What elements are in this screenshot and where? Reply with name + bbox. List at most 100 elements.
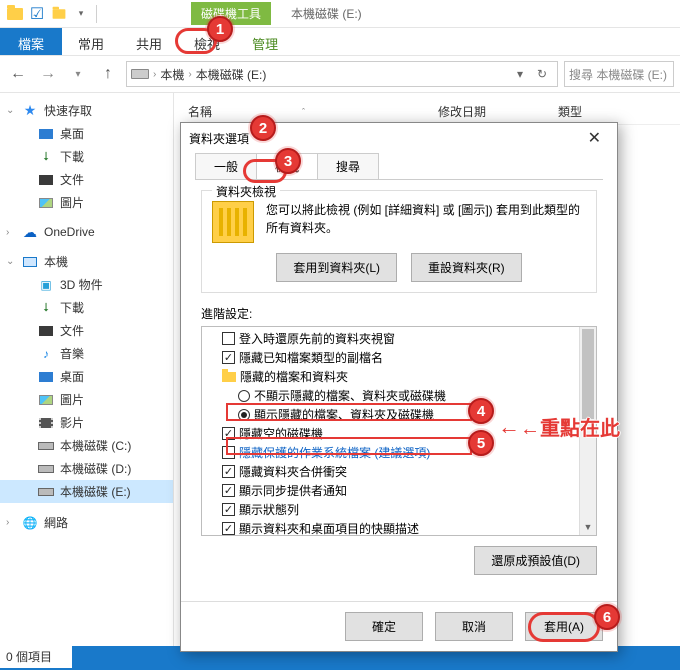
qat-new-icon[interactable] xyxy=(48,3,70,25)
apply-button[interactable]: 套用(A) xyxy=(525,612,603,641)
sidebar-item-label: 文件 xyxy=(60,171,84,188)
sidebar-drive-d[interactable]: 本機磁碟 (D:) xyxy=(0,457,173,480)
opt-show-popup-desc[interactable]: 顯示資料夾和桌面項目的快顯描述 xyxy=(204,519,594,536)
breadcrumb-thispc[interactable]: 本機 xyxy=(160,66,184,83)
sidebar-downloads-pc[interactable]: ⭣下載 xyxy=(0,296,173,319)
sidebar-item-label: 桌面 xyxy=(60,368,84,385)
sidebar-quick-access[interactable]: ⌄★快速存取 xyxy=(0,99,173,122)
address-row: ← → ▾ ↑ › 本機 › 本機磁碟 (E:) ▾ ↻ 搜尋 本機磁碟 (E:… xyxy=(0,56,680,92)
option-label: 隱藏資料夾合併衝突 xyxy=(239,463,347,480)
sidebar-pictures[interactable]: 圖片 xyxy=(0,191,173,214)
nav-back-button[interactable]: ← xyxy=(6,62,30,86)
nav-forward-button: → xyxy=(36,62,60,86)
tab-manage[interactable]: 管理 xyxy=(236,28,294,55)
opt-show-status-bar[interactable]: 顯示狀態列 xyxy=(204,500,594,519)
nav-up-button[interactable]: ↑ xyxy=(96,62,120,86)
folder-view-icon xyxy=(212,201,254,243)
sidebar-videos[interactable]: 影片 xyxy=(0,411,173,434)
advanced-settings-label: 進階設定: xyxy=(201,305,597,322)
sidebar-drive-e[interactable]: 本機磁碟 (E:) xyxy=(0,480,173,503)
dialog-titlebar: 資料夾選項 ✕ xyxy=(181,123,617,153)
ribbon-tabs: 檔案 常用 共用 檢視 管理 xyxy=(0,28,680,56)
opt-show-sync-notif[interactable]: 顯示同步提供者通知 xyxy=(204,481,594,500)
dialog-close-button[interactable]: ✕ xyxy=(580,126,609,150)
breadcrumb-drive-e[interactable]: 本機磁碟 (E:) xyxy=(196,66,267,83)
sidebar-documents[interactable]: 文件 xyxy=(0,168,173,191)
option-label: 不顯示隱藏的檔案、資料夾或磁碟機 xyxy=(254,387,446,404)
option-label: 隱藏的檔案和資料夾 xyxy=(240,368,348,385)
ok-button[interactable]: 確定 xyxy=(345,612,423,641)
restore-defaults-button[interactable]: 還原成預設值(D) xyxy=(474,546,597,575)
sidebar-drive-c[interactable]: 本機磁碟 (C:) xyxy=(0,434,173,457)
dialog-tab-search[interactable]: 搜尋 xyxy=(317,153,379,179)
annotation-badge-4: 4 xyxy=(468,398,494,424)
window-title: 本機磁碟 (E:) xyxy=(291,5,362,22)
sidebar-item-label: 圖片 xyxy=(60,194,84,211)
opt-restore-previous[interactable]: 登入時還原先前的資料夾視窗 xyxy=(204,329,594,348)
address-bar[interactable]: › 本機 › 本機磁碟 (E:) ▾ ↻ xyxy=(126,61,558,87)
breadcrumb-sep: › xyxy=(153,69,156,80)
sidebar-item-label: 網路 xyxy=(44,514,68,531)
option-label: 隱藏空的磁碟機 xyxy=(239,425,323,442)
sort-indicator-icon: ˆ xyxy=(302,107,305,117)
sidebar-desktop-pc[interactable]: 桌面 xyxy=(0,365,173,388)
sidebar-3d-objects[interactable]: ▣3D 物件 xyxy=(0,273,173,296)
sidebar-pictures-pc[interactable]: 圖片 xyxy=(0,388,173,411)
sidebar-item-label: 本機磁碟 (D:) xyxy=(60,460,131,477)
col-type[interactable]: 類型 xyxy=(558,103,622,120)
sidebar-item-label: OneDrive xyxy=(44,225,95,239)
folder-icon xyxy=(4,3,26,25)
sidebar-item-label: 快速存取 xyxy=(44,102,92,119)
folder-views-group: 資料夾檢視 您可以將此檢視 (例如 [詳細資料] 或 [圖示]) 套用到此類型的… xyxy=(201,190,597,293)
qat-dropdown-icon[interactable]: ▾ xyxy=(70,3,92,25)
apply-to-folders-button[interactable]: 套用到資料夾(L) xyxy=(276,253,397,282)
file-tab[interactable]: 檔案 xyxy=(0,28,62,55)
col-modified[interactable]: 修改日期 xyxy=(438,103,558,120)
address-refresh-icon[interactable]: ↻ xyxy=(531,67,553,81)
sidebar-network[interactable]: ›🌐網路 xyxy=(0,511,173,534)
sidebar-item-label: 本機 xyxy=(44,253,68,270)
scroll-thumb[interactable] xyxy=(582,329,594,419)
sidebar-downloads[interactable]: ⭣下載 xyxy=(0,145,173,168)
address-dropdown-icon[interactable]: ▾ xyxy=(509,67,531,81)
group-legend: 資料夾檢視 xyxy=(212,183,280,200)
sidebar-item-label: 圖片 xyxy=(60,391,84,408)
opt-hide-merge-conflicts[interactable]: 隱藏資料夾合併衝突 xyxy=(204,462,594,481)
opt-hide-protected-os[interactable]: 隱藏保護的作業系統檔案 (建議選項) xyxy=(204,443,594,462)
opt-dont-show-hidden[interactable]: 不顯示隱藏的檔案、資料夾或磁碟機 xyxy=(204,386,594,405)
annotation-badge-2: 2 xyxy=(250,115,276,141)
window-titlebar: ☑ ▾ 磁碟機工具 本機磁碟 (E:) xyxy=(0,0,680,28)
opt-hide-extensions[interactable]: 隱藏已知檔案類型的副檔名 xyxy=(204,348,594,367)
nav-recent-dropdown[interactable]: ▾ xyxy=(66,62,90,86)
tab-home[interactable]: 常用 xyxy=(62,28,120,55)
option-label: 登入時還原先前的資料夾視窗 xyxy=(239,330,395,347)
scroll-down-icon[interactable]: ▼ xyxy=(580,519,596,535)
sidebar-item-label: 影片 xyxy=(60,414,84,431)
status-item-count: 0 個項目 xyxy=(0,644,72,668)
option-label: 顯示同步提供者通知 xyxy=(239,482,347,499)
sidebar-documents-pc[interactable]: 文件 xyxy=(0,319,173,342)
sidebar-item-label: 音樂 xyxy=(60,345,84,362)
sidebar-desktop[interactable]: 桌面 xyxy=(0,122,173,145)
annotation-badge-3: 3 xyxy=(275,148,301,174)
opt-hidden-group[interactable]: 隱藏的檔案和資料夾 xyxy=(204,367,594,386)
search-input[interactable]: 搜尋 本機磁碟 (E:) xyxy=(564,61,674,87)
tab-share[interactable]: 共用 xyxy=(120,28,178,55)
dialog-tab-general[interactable]: 一般 xyxy=(195,153,257,179)
sidebar-onedrive[interactable]: ›☁OneDrive xyxy=(0,222,173,242)
drive-icon xyxy=(131,69,149,79)
option-label: 顯示資料夾和桌面項目的快顯描述 xyxy=(239,520,419,536)
sidebar-music[interactable]: ♪音樂 xyxy=(0,342,173,365)
reset-folders-button[interactable]: 重設資料夾(R) xyxy=(411,253,522,282)
col-name[interactable]: 名稱 xyxy=(188,103,212,120)
option-label: 顯示狀態列 xyxy=(239,501,299,518)
folder-options-dialog: 資料夾選項 ✕ 一般 檢視 搜尋 資料夾檢視 您可以將此檢視 (例如 [詳細資料… xyxy=(180,122,618,652)
annotation-hint-text: ←重點在此 xyxy=(520,412,620,441)
option-label: 隱藏保護的作業系統檔案 (建議選項) xyxy=(239,444,430,461)
cancel-button[interactable]: 取消 xyxy=(435,612,513,641)
sidebar-item-label: 3D 物件 xyxy=(60,276,103,293)
qat-properties-icon[interactable]: ☑ xyxy=(26,3,48,25)
sidebar-this-pc[interactable]: ⌄本機 xyxy=(0,250,173,273)
sidebar-item-label: 本機磁碟 (E:) xyxy=(60,483,131,500)
dialog-title: 資料夾選項 xyxy=(189,130,249,147)
